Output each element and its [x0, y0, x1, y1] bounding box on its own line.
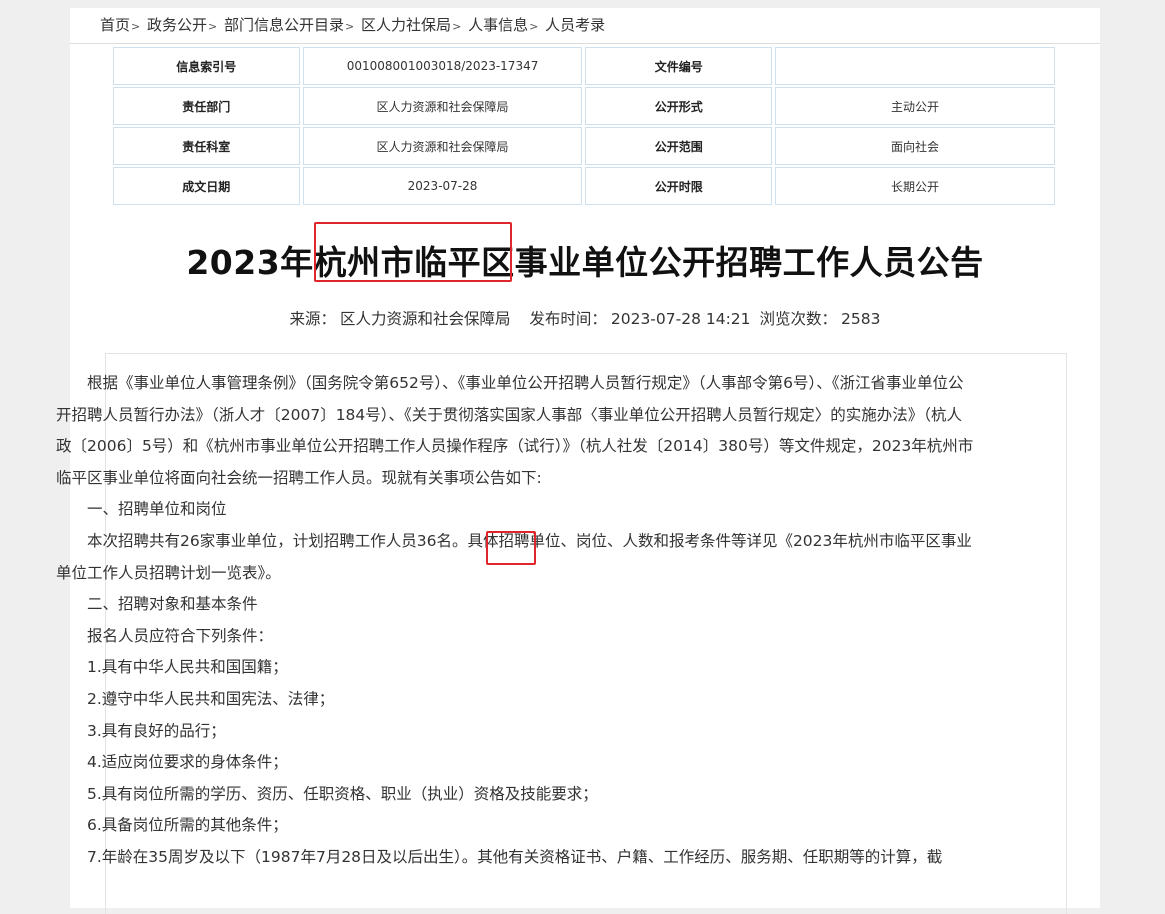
breadcrumb-separator-icon: > — [452, 20, 462, 33]
breadcrumb-separator-icon: > — [131, 20, 141, 33]
info-meta-table: 信息索引号 001008001003018/2023-17347 文件编号 责任… — [110, 45, 1058, 207]
table-row: 责任部门 区人力资源和社会保障局 公开形式 主动公开 — [113, 87, 1055, 125]
article-body: 根据《事业单位人事管理条例》（国务院令第652号）、《事业单位公开招聘人员暂行规… — [56, 368, 974, 874]
article-list-item: 6.具备岗位所需的其他条件； — [87, 816, 288, 835]
highlight-box-count — [486, 531, 536, 565]
meta-value-disclosure-form: 主动公开 — [775, 87, 1055, 125]
meta-key-section: 责任科室 — [113, 127, 300, 165]
meta-value-scope: 面向社会 — [775, 127, 1055, 165]
article-paragraph: 根据《事业单位人事管理条例》（国务院令第652号）、《事业单位公开招聘人员暂行规… — [56, 374, 974, 487]
publish-time-label: 发布时间： — [529, 310, 607, 328]
article-list-item: 1.具有中华人民共和国国籍； — [87, 658, 288, 677]
article-list-item: 7.年龄在35周岁及以下（1987年7月28日及以后出生）。其他有关资格证书、户… — [87, 847, 943, 866]
table-row: 信息索引号 001008001003018/2023-17347 文件编号 — [113, 47, 1055, 85]
table-row: 成文日期 2023-07-28 公开时限 长期公开 — [113, 167, 1055, 205]
breadcrumb-hr-bureau[interactable]: 区人力社保局 — [361, 16, 451, 34]
article-heading: 二、招聘对象和基本条件 — [87, 595, 258, 614]
breadcrumb-gov-affairs[interactable]: 政务公开 — [147, 16, 207, 34]
meta-key-scope: 公开范围 — [585, 127, 773, 165]
views-count: 2583 — [841, 310, 881, 328]
meta-value-section: 区人力资源和社会保障局 — [302, 127, 583, 165]
meta-key-time-limit: 公开时限 — [585, 167, 773, 205]
meta-value-doc-number — [775, 47, 1055, 85]
article-list-item: 3.具有良好的品行； — [87, 721, 226, 740]
article-title: 2023年杭州市临平区事业单位公开招聘工作人员公告 — [186, 243, 984, 282]
meta-key-dept: 责任部门 — [113, 87, 300, 125]
breadcrumb-separator-icon: > — [345, 20, 355, 33]
meta-value-date: 2023-07-28 — [302, 167, 583, 205]
publish-time-value: 2023-07-28 14:21 — [610, 310, 751, 328]
article-heading: 一、招聘单位和岗位 — [87, 500, 227, 519]
meta-key-doc-number: 文件编号 — [585, 47, 773, 85]
source-label: 来源： — [289, 310, 337, 328]
article-list-item: 2.遵守中华人民共和国宪法、法律； — [87, 689, 335, 708]
meta-key-date: 成文日期 — [113, 167, 300, 205]
article-paragraph: 报名人员应符合下列条件： — [87, 626, 274, 645]
breadcrumb-dept-catalog[interactable]: 部门信息公开目录 — [224, 16, 344, 34]
breadcrumb-personnel-info[interactable]: 人事信息 — [468, 16, 528, 34]
meta-value-dept: 区人力资源和社会保障局 — [302, 87, 583, 125]
table-row: 责任科室 区人力资源和社会保障局 公开范围 面向社会 — [113, 127, 1055, 165]
breadcrumb-separator-icon: > — [208, 20, 218, 33]
meta-value-time-limit: 长期公开 — [775, 167, 1055, 205]
breadcrumb-divider — [70, 43, 1100, 44]
article-list-item: 4.适应岗位要求的身体条件； — [87, 753, 288, 772]
meta-key-index-number: 信息索引号 — [113, 47, 300, 85]
views-label: 浏览次数： — [759, 310, 837, 328]
article-list-item: 5.具有岗位所需的学历、资历、任职资格、职业（执业）资格及技能要求； — [87, 784, 598, 803]
breadcrumb: 首页> 政务公开> 部门信息公开目录> 区人力社保局> 人事信息> 人员考录 — [100, 14, 605, 35]
meta-key-disclosure-form: 公开形式 — [585, 87, 773, 125]
article-meta-line: 来源： 区人力资源和社会保障局 发布时间： 2023-07-28 14:21 浏览次… — [70, 307, 1100, 329]
breadcrumb-recruitment[interactable]: 人员考录 — [545, 16, 605, 34]
highlight-box-district — [314, 222, 512, 282]
breadcrumb-separator-icon: > — [529, 20, 539, 33]
source-value: 区人力资源和社会保障局 — [340, 310, 511, 328]
meta-value-index-number: 001008001003018/2023-17347 — [302, 47, 583, 85]
breadcrumb-home[interactable]: 首页 — [100, 16, 130, 34]
